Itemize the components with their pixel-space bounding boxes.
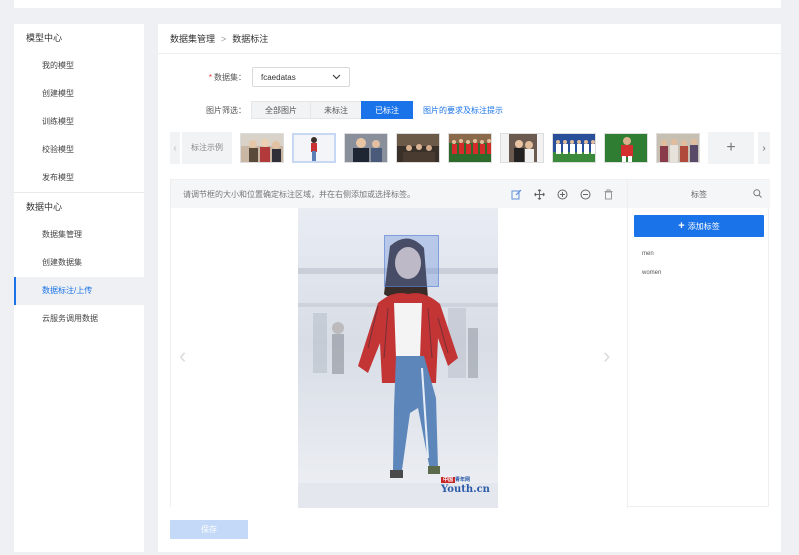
dataset-select[interactable]: fcaedatas (252, 67, 350, 87)
label-panel-title: 标签 (691, 189, 707, 199)
thumbnails-next-arrow[interactable]: › (758, 132, 770, 164)
breadcrumb-parent[interactable]: 数据集管理 (170, 34, 215, 44)
add-image-button[interactable]: + (708, 132, 754, 164)
thumbnail[interactable] (448, 133, 492, 163)
sidebar-group-model-center: 模型中心 (26, 33, 63, 43)
sidebar-item-cloud-service-data[interactable]: 云服务调用数据 (14, 305, 144, 333)
save-button[interactable]: 保存 (170, 520, 248, 539)
image-filter-segmented: 全部图片 未标注 已标注 (251, 101, 413, 119)
label-item-men[interactable]: men (628, 245, 770, 264)
thumbnail[interactable] (396, 133, 440, 163)
dataset-label: * 数据集： (208, 72, 246, 82)
label-panel: 标签 + 添加标签 men women (627, 180, 770, 508)
thumbnails-prev-arrow[interactable]: ‹ (170, 132, 180, 164)
watermark-text: Youth.cn (441, 484, 490, 495)
top-bar (14, 0, 781, 8)
sidebar-item-my-models[interactable]: 我的模型 (14, 52, 144, 80)
zoom-out-icon[interactable] (579, 188, 592, 201)
breadcrumb-separator: > (221, 34, 227, 44)
breadcrumb-current: 数据标注 (232, 34, 269, 44)
sidebar-group-data-center: 数据中心 (26, 202, 63, 212)
watermark-tag2: 青年网 (455, 477, 471, 483)
main-panel: 数据集管理 > 数据标注 * 数据集： fcaedatas 图片筛选： 全部图片 未标… (158, 24, 781, 552)
add-label-button[interactable]: + 添加标签 (634, 215, 764, 237)
label-item-women[interactable]: women (628, 264, 770, 283)
sidebar-item-dataset-management[interactable]: 数据集管理 (14, 221, 144, 249)
filter-unlabeled[interactable]: 未标注 (310, 101, 362, 119)
thumbnail[interactable] (552, 133, 596, 163)
thumbnail[interactable] (344, 133, 388, 163)
image-requirements-link[interactable]: 图片的要求及标注提示 (423, 105, 503, 116)
thumbnail[interactable] (240, 133, 284, 163)
add-label-text: 添加标签 (687, 221, 720, 231)
label-panel-header: 标签 (628, 180, 770, 208)
thumbnail-selected[interactable] (292, 133, 336, 163)
dataset-select-value: fcaedatas (261, 72, 296, 82)
sidebar-item-create-model[interactable]: 创建模型 (14, 80, 144, 108)
sidebar-item-validate-model[interactable]: 校验模型 (14, 136, 144, 164)
plus-icon: + (678, 220, 685, 232)
sidebar-item-publish-model[interactable]: 发布模型 (14, 164, 144, 192)
workspace-toolbar: 请调节框的大小和位置确定标注区域，并在右侧添加或选择标签。 (171, 180, 627, 208)
watermark: 中国 青年网 Youth.cn (441, 473, 491, 499)
filter-labeled[interactable]: 已标注 (361, 101, 413, 119)
prev-image-arrow[interactable]: ‹ (179, 343, 186, 369)
required-mark: * (208, 72, 212, 82)
next-image-arrow[interactable]: › (603, 343, 610, 369)
move-icon[interactable] (533, 188, 546, 201)
watermark-tag: 中国 (441, 477, 456, 483)
zoom-in-icon[interactable] (556, 188, 569, 201)
sidebar-item-data-annotation[interactable]: 数据标注/上传 (14, 277, 144, 305)
chevron-down-icon (332, 74, 341, 80)
delete-icon[interactable] (602, 188, 615, 201)
breadcrumb: 数据集管理 > 数据标注 (158, 24, 781, 54)
sidebar-item-create-dataset[interactable]: 创建数据集 (14, 249, 144, 277)
dataset-row: * 数据集： fcaedatas (188, 67, 350, 87)
thumbnail[interactable] (500, 133, 544, 163)
edit-icon[interactable] (510, 188, 523, 201)
annotation-workspace: 请调节框的大小和位置确定标注区域，并在右侧添加或选择标签。 ‹ › 中国 青年网… (170, 179, 770, 508)
filter-all-images[interactable]: 全部图片 (251, 101, 311, 119)
image-filter-label: 图片筛选： (206, 105, 246, 115)
thumbnail-strip: ‹ 标注示例 + › (170, 132, 770, 164)
image-filter-row: 图片筛选： 全部图片 未标注 已标注 图片的要求及标注提示 (188, 101, 503, 119)
annotation-image[interactable]: 中国 青年网 Youth.cn (298, 208, 498, 508)
search-icon[interactable] (753, 189, 762, 198)
thumbnail[interactable] (656, 133, 700, 163)
sidebar-item-train-model[interactable]: 训练模型 (14, 108, 144, 136)
annotation-canvas[interactable]: ‹ › 中国 青年网 Youth.cn (171, 208, 627, 508)
annotation-sample-button[interactable]: 标注示例 (182, 132, 232, 164)
thumbnail[interactable] (604, 133, 648, 163)
sidebar: 模型中心 我的模型 创建模型 训练模型 校验模型 发布模型 数据中心 数据集管理… (14, 24, 144, 552)
annotation-hint: 请调节框的大小和位置确定标注区域，并在右侧添加或选择标签。 (183, 189, 415, 199)
annotation-bounding-box[interactable] (384, 235, 439, 287)
annotation-tools (510, 180, 615, 208)
